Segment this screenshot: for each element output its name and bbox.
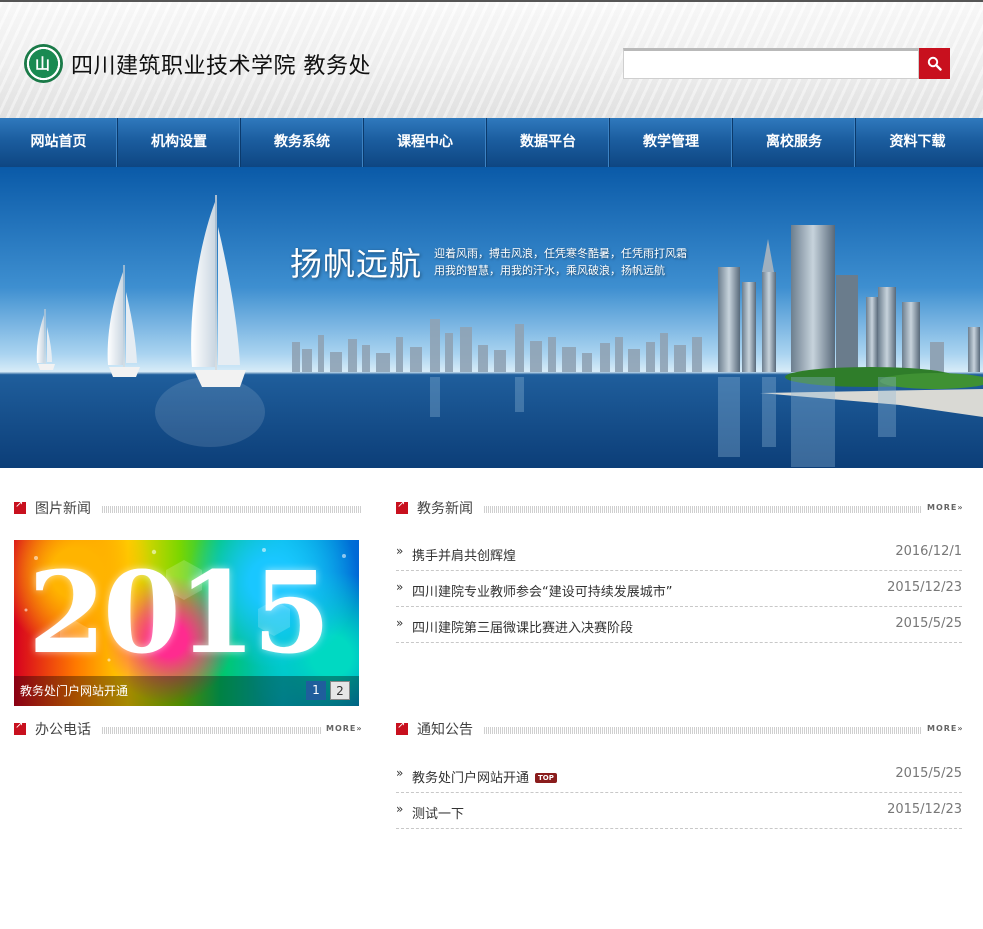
nav-item-organization[interactable]: 机构设置 — [118, 118, 241, 167]
nav-item-teaching-management[interactable]: 教学管理 — [610, 118, 733, 167]
photo-news-header: 图片新闻 — [14, 499, 362, 520]
list-item[interactable]: » 测试一下 2015/12/23 — [396, 793, 962, 829]
nav-item-downloads[interactable]: 资料下载 — [856, 118, 979, 167]
sailboat-large — [191, 195, 246, 387]
arrow-up-right-icon — [14, 499, 26, 514]
notice-title[interactable]: 教务处门户网站开通 TOP — [412, 767, 557, 786]
search-button[interactable] — [919, 48, 950, 79]
nav-item-home[interactable]: 网站首页 — [0, 118, 118, 167]
slider-page-2[interactable]: 2 — [330, 681, 350, 700]
notice-date: 2015/5/25 — [895, 766, 962, 781]
double-chevron-right-icon: » — [396, 802, 404, 816]
nav-item-academic-system[interactable]: 教务系统 — [241, 118, 364, 167]
slide-graphic-text: 2015 — [28, 548, 331, 679]
slide-caption[interactable]: 教务处门户网站开通 — [20, 682, 128, 699]
notice-title[interactable]: 测试一下 — [412, 803, 464, 822]
photo-news-slider[interactable]: 2015 教务处门户网站开通 1 2 — [14, 540, 359, 706]
academic-news-header: 教务新闻 MORE» — [396, 499, 964, 520]
nav-item-graduation-service[interactable]: 离校服务 — [733, 118, 856, 167]
sailboat-small — [36, 309, 55, 370]
office-phone-title: 办公电话 — [35, 722, 91, 738]
notice-title-text[interactable]: 教务处门户网站开通 — [412, 771, 529, 786]
list-item[interactable]: » 四川建院第三届微课比赛进入决赛阶段 2015/5/25 — [396, 607, 962, 643]
magnifier-icon — [927, 56, 942, 71]
news-date: 2016/12/1 — [895, 544, 962, 559]
arrow-up-right-icon — [396, 499, 408, 514]
double-chevron-right-icon: » — [396, 766, 404, 780]
photo-news-title: 图片新闻 — [35, 501, 91, 517]
divider — [102, 727, 322, 734]
list-item[interactable]: » 四川建院专业教师参会“建设可持续发展城市” 2015/12/23 — [396, 571, 962, 607]
nav-item-data-platform[interactable]: 数据平台 — [487, 118, 610, 167]
college-logo-icon[interactable]: 山 — [24, 44, 63, 83]
news-date: 2015/5/25 — [895, 616, 962, 631]
divider — [484, 727, 922, 734]
notices-more-link[interactable]: MORE» — [927, 724, 964, 733]
divider — [102, 506, 362, 513]
slider-page-1[interactable]: 1 — [306, 681, 326, 700]
sailboat-medium — [107, 265, 140, 377]
list-item[interactable]: » 携手并肩共创辉煌 2016/12/1 — [396, 535, 962, 571]
banner-illustration — [36, 195, 983, 467]
office-phone-header: 办公电话 MORE» — [14, 720, 363, 741]
banner-line-1: 迎着风雨，搏击风浪，任凭寒冬酷暑，任凭雨打风霜 — [434, 247, 687, 260]
news-date: 2015/12/23 — [887, 580, 962, 595]
search-bar — [623, 47, 950, 80]
arrow-up-right-icon — [396, 720, 408, 735]
site-title[interactable]: 四川建筑职业技术学院 教务处 — [71, 48, 371, 80]
double-chevron-right-icon: » — [396, 580, 404, 594]
double-chevron-right-icon: » — [396, 544, 404, 558]
top-badge: TOP — [535, 773, 557, 783]
office-phone-more-link[interactable]: MORE» — [326, 724, 363, 733]
notices-header: 通知公告 MORE» — [396, 720, 964, 741]
list-item[interactable]: » 教务处门户网站开通 TOP 2015/5/25 — [396, 757, 962, 793]
banner-title: 扬帆远航 — [290, 245, 423, 283]
banner-line-2: 用我的智慧，用我的汗水，乘风破浪，扬帆远航 — [434, 264, 665, 277]
double-chevron-right-icon: » — [396, 616, 404, 630]
site-header: 山 四川建筑职业技术学院 教务处 — [0, 0, 983, 118]
main-nav: 网站首页 机构设置 教务系统 课程中心 数据平台 教学管理 离校服务 资料下载 — [0, 118, 983, 167]
notice-date: 2015/12/23 — [887, 802, 962, 817]
news-title[interactable]: 四川建院第三届微课比赛进入决赛阶段 — [412, 617, 633, 636]
notices-title: 通知公告 — [417, 722, 473, 738]
news-title[interactable]: 四川建院专业教师参会“建设可持续发展城市” — [412, 581, 672, 600]
divider — [484, 506, 922, 513]
search-input[interactable] — [623, 48, 919, 79]
banner-subtitle: 迎着风雨，搏击风浪，任凭寒冬酷暑，任凭雨打风霜 用我的智慧，用我的汗水，乘风破浪… — [434, 245, 687, 279]
academic-news-title: 教务新闻 — [417, 501, 473, 517]
academic-news-more-link[interactable]: MORE» — [927, 503, 964, 512]
news-title[interactable]: 携手并肩共创辉煌 — [412, 545, 516, 564]
nav-item-course-center[interactable]: 课程中心 — [364, 118, 487, 167]
hero-banner: 扬帆远航 迎着风雨，搏击风浪，任凭寒冬酷暑，任凭雨打风霜 用我的智慧，用我的汗水… — [0, 167, 983, 468]
arrow-up-right-icon — [14, 720, 26, 735]
